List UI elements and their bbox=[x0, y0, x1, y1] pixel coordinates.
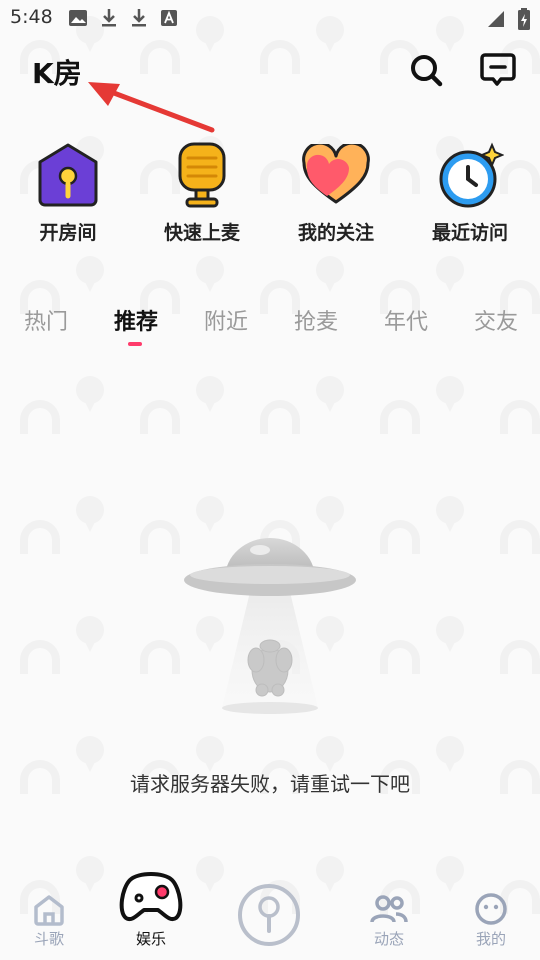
download-icon bbox=[132, 9, 146, 27]
shortcut-quick-mic[interactable]: 快速上麦 bbox=[142, 140, 262, 245]
signal-icon bbox=[488, 11, 504, 27]
annotation-arrow bbox=[88, 82, 215, 133]
gamepad-icon bbox=[119, 872, 183, 921]
message-icon bbox=[480, 53, 516, 86]
status-notifications bbox=[68, 8, 178, 28]
heart-icon bbox=[302, 144, 370, 204]
nav-label: 动态 bbox=[373, 930, 404, 948]
shortcut-open-room[interactable]: 开房间 bbox=[8, 140, 128, 245]
search-icon bbox=[411, 55, 443, 87]
shortcut-label: 快速上麦 bbox=[163, 222, 240, 244]
status-bar: 5:48 bbox=[0, 0, 540, 36]
tab-hot[interactable]: 热门 bbox=[6, 304, 86, 336]
nav-label: 我的 bbox=[475, 930, 506, 948]
screen: 5:48 K房 开房间 快速上麦 我的关注 最近访问 热门 推荐 附近 抢麦 年… bbox=[0, 0, 540, 960]
status-time: 5:48 bbox=[10, 6, 53, 28]
tab-friends[interactable]: 交友 bbox=[456, 304, 536, 336]
status-system bbox=[486, 8, 530, 30]
tab-grab-mic[interactable]: 抢麦 bbox=[276, 304, 356, 336]
page-title: K房 bbox=[32, 57, 82, 90]
shortcut-recent-visits[interactable]: 最近访问 bbox=[410, 140, 530, 245]
ufo-illustration bbox=[184, 538, 356, 714]
house-mic-icon bbox=[38, 143, 98, 207]
download-icon bbox=[102, 9, 116, 27]
font-icon bbox=[161, 10, 177, 26]
microphone-icon bbox=[178, 142, 226, 208]
shortcut-label: 开房间 bbox=[39, 222, 97, 244]
shortcut-row: 开房间 快速上麦 我的关注 最近访问 bbox=[0, 140, 540, 250]
nav-label: 斗歌 bbox=[33, 930, 64, 948]
tab-recommended[interactable]: 推荐 bbox=[96, 304, 176, 336]
microphone-icon bbox=[258, 896, 280, 933]
bottom-navigation: 斗歌 娱乐 动态 我的 bbox=[0, 866, 540, 960]
nav-item-entertainment[interactable]: 娱乐 bbox=[106, 866, 196, 949]
people-icon bbox=[370, 895, 408, 923]
nav-label: 娱乐 bbox=[135, 930, 166, 948]
category-tabs: 热门 推荐 附近 抢麦 年代 交友 bbox=[0, 304, 540, 354]
face-icon bbox=[475, 893, 507, 925]
nav-item-sing-battle[interactable]: 斗歌 bbox=[4, 866, 94, 949]
message-button[interactable] bbox=[478, 50, 518, 90]
active-tab-indicator bbox=[128, 342, 142, 346]
image-icon bbox=[69, 10, 87, 26]
nav-item-mic[interactable] bbox=[238, 884, 300, 946]
shortcut-label: 我的关注 bbox=[297, 222, 374, 244]
clock-icon bbox=[439, 142, 504, 208]
shortcut-my-follows[interactable]: 我的关注 bbox=[276, 140, 396, 245]
search-button[interactable] bbox=[406, 50, 446, 90]
nav-item-mine[interactable]: 我的 bbox=[446, 866, 536, 949]
house-icon bbox=[34, 895, 64, 926]
tab-era[interactable]: 年代 bbox=[366, 304, 446, 336]
nav-item-moments[interactable]: 动态 bbox=[344, 866, 434, 949]
battery-icon bbox=[518, 8, 530, 30]
tab-nearby[interactable]: 附近 bbox=[186, 304, 266, 336]
empty-state-message: 请求服务器失败，请重试一下吧 bbox=[130, 772, 410, 796]
shortcut-label: 最近访问 bbox=[431, 222, 508, 244]
